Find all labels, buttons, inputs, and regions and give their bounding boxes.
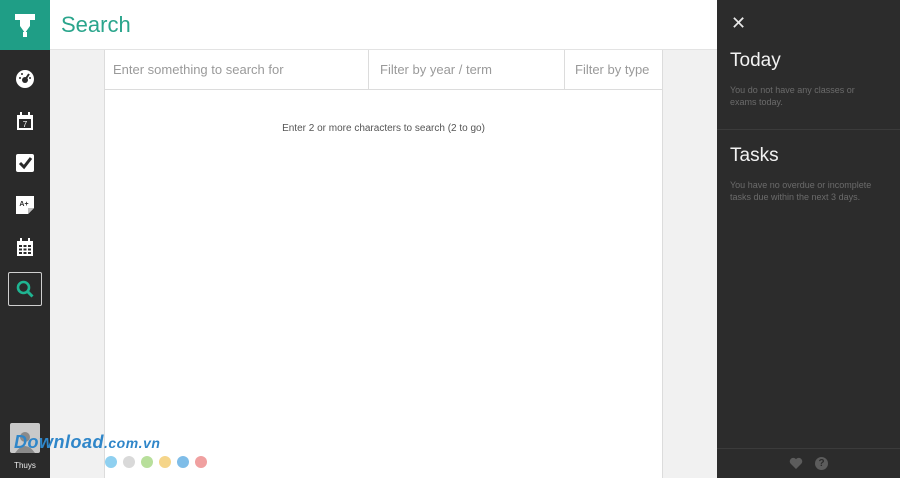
search-filters — [105, 50, 662, 90]
tasks-text: You have no overdue or incomplete tasks … — [730, 180, 872, 202]
sidebar-item-timetable[interactable] — [8, 230, 42, 264]
svg-text:A+: A+ — [19, 201, 28, 208]
search-panel: Enter 2 or more characters to search (2 … — [104, 50, 663, 478]
agenda-panel: ✕ Today You do not have any classes or e… — [717, 0, 900, 478]
help-icon[interactable]: ? — [815, 457, 829, 471]
color-dot — [123, 456, 135, 468]
watermark-tail: .com.vn — [104, 435, 161, 451]
agenda-footer: ? — [717, 448, 900, 478]
sidebar-item-dashboard[interactable] — [8, 62, 42, 96]
dashboard-icon — [16, 70, 34, 88]
today-section: Today You do not have any classes or exa… — [717, 50, 900, 130]
svg-text:7: 7 — [23, 120, 28, 129]
sidebar-item-calendar[interactable]: 7 — [8, 104, 42, 138]
graduation-cap-icon — [15, 14, 35, 37]
page-title: Search — [61, 12, 131, 37]
user-name: Thuys — [14, 461, 36, 470]
today-text: You do not have any classes or exams tod… — [730, 85, 855, 107]
watermark-main: Download — [14, 432, 104, 452]
notes-icon: A+ — [16, 196, 34, 214]
timetable-icon — [17, 237, 33, 256]
color-dots — [105, 456, 213, 468]
today-title: Today — [730, 50, 781, 71]
search-icon — [16, 280, 34, 298]
sidebar-item-tasks[interactable] — [8, 146, 42, 180]
app-sidebar: 7 A+ Thuys — [0, 0, 50, 478]
search-hint: Enter 2 or more characters to search (2 … — [282, 123, 485, 134]
tasks-title: Tasks — [730, 145, 779, 166]
color-dot — [105, 456, 117, 468]
app-logo[interactable] — [0, 0, 50, 50]
color-dot — [141, 456, 153, 468]
sidebar-item-notes[interactable]: A+ — [8, 188, 42, 222]
color-dot — [159, 456, 171, 468]
search-input[interactable] — [105, 50, 369, 89]
color-dot — [195, 456, 207, 468]
year-term-filter[interactable] — [369, 50, 565, 89]
close-icon[interactable]: ✕ — [731, 13, 746, 33]
calendar-icon: 7 — [17, 111, 33, 130]
tasks-section: Tasks You have no overdue or incomplete … — [717, 145, 900, 203]
watermark-logo: Download.com.vn — [14, 432, 160, 453]
heart-icon[interactable] — [789, 457, 803, 471]
sidebar-item-search[interactable] — [8, 272, 42, 306]
color-dot — [177, 456, 189, 468]
tasks-check-icon — [16, 154, 34, 172]
type-filter[interactable] — [565, 50, 662, 89]
page-header: Search — [50, 0, 717, 50]
